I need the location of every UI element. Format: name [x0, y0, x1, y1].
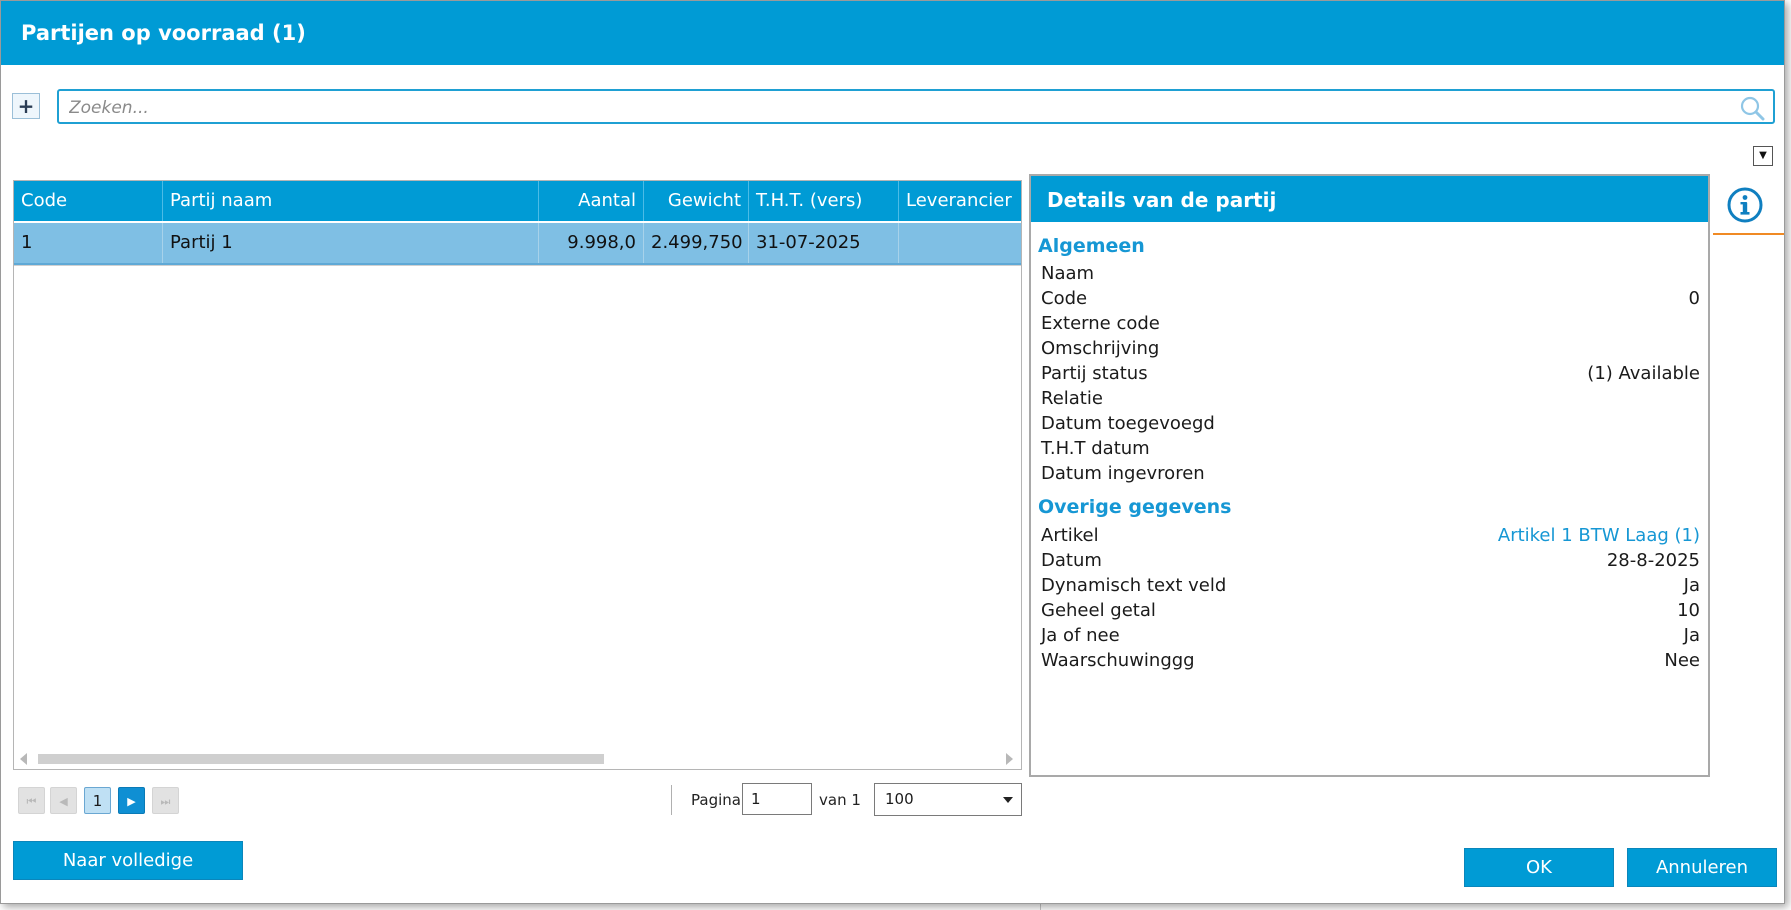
detail-row-geheel-getal: Geheel getal 10	[1041, 600, 1700, 625]
section-title-overige-gegevens: Overige gegevens	[1038, 496, 1232, 518]
page-count-label: van 1	[819, 791, 861, 809]
last-page-icon[interactable]: ⏭	[152, 787, 179, 814]
detail-row-datum-ingevroren: Datum ingevroren	[1041, 463, 1700, 488]
next-page-icon[interactable]: ▶	[118, 787, 145, 814]
page-size-select[interactable]: 100	[874, 783, 1022, 816]
detail-row-omschrijving: Omschrijving	[1041, 338, 1700, 363]
search-input[interactable]	[67, 95, 1721, 121]
cell-aantal: 9.998,0	[539, 223, 644, 263]
table-row[interactable]: 1 Partij 1 9.998,0 2.499,750 31-07-2025	[14, 223, 1021, 265]
detail-value: 10	[1677, 600, 1700, 621]
cancel-button[interactable]: Annuleren	[1627, 848, 1777, 887]
section-title-algemeen: Algemeen	[1038, 235, 1145, 257]
chevron-down-icon[interactable]: ▼	[1753, 146, 1773, 166]
detail-label: Geheel getal	[1041, 600, 1156, 621]
full-selection-button[interactable]: Naar volledige partijselectie	[13, 841, 243, 903]
cell-gewicht: 2.499,750	[644, 223, 749, 263]
ok-button[interactable]: OK	[1464, 848, 1614, 887]
detail-value: Ja	[1683, 625, 1700, 646]
column-header-leverancier[interactable]: Leverancier	[899, 181, 1021, 221]
partijen-dialog: Partijen op voorraad (1) + ▼ Code Partij…	[0, 0, 1785, 904]
scroll-left-icon[interactable]	[20, 753, 27, 765]
chevron-down-icon	[1003, 797, 1013, 803]
pager-divider	[671, 785, 672, 815]
detail-label: Code	[1041, 288, 1088, 309]
detail-row-datum-toegevoegd: Datum toegevoegd	[1041, 413, 1700, 438]
detail-label: Naam	[1041, 263, 1095, 284]
detail-label: Externe code	[1041, 313, 1160, 334]
details-header: Details van de partij	[1031, 176, 1708, 222]
dialog-titlebar: Partijen op voorraad (1)	[1, 1, 1784, 65]
row-divider	[14, 265, 1021, 266]
detail-row-tht-datum: T.H.T datum	[1041, 438, 1700, 463]
scrollbar-thumb[interactable]	[38, 754, 604, 764]
first-page-icon[interactable]: ⏮	[18, 787, 45, 814]
details-title: Details van de partij	[1047, 188, 1277, 212]
detail-value: Ja	[1683, 575, 1700, 596]
prev-page-icon[interactable]: ◀	[50, 787, 77, 814]
detail-label: Partij status	[1041, 363, 1148, 384]
partijen-grid: Code Partij naam Aantal Gewicht T.H.T. (…	[13, 180, 1022, 770]
detail-label: T.H.T datum	[1041, 438, 1150, 459]
grid-header: Code Partij naam Aantal Gewicht T.H.T. (…	[14, 181, 1021, 221]
detail-label: Datum	[1041, 550, 1102, 571]
details-panel: Details van de partij Algemeen Naam Code…	[1029, 174, 1710, 777]
detail-row-datum: Datum 28-8-2025	[1041, 550, 1700, 575]
detail-value: (1) Available	[1587, 363, 1700, 384]
detail-label: Dynamisch text veld	[1041, 575, 1227, 596]
detail-row-externe-code: Externe code	[1041, 313, 1700, 338]
detail-label: Relatie	[1041, 388, 1103, 409]
info-icon[interactable]	[1726, 186, 1764, 224]
cell-leverancier	[899, 223, 1021, 263]
detail-row-artikel: Artikel Artikel 1 BTW Laag (1)	[1041, 525, 1700, 550]
detail-label: Datum toegevoegd	[1041, 413, 1215, 434]
detail-label: Datum ingevroren	[1041, 463, 1205, 484]
artikel-link[interactable]: Artikel 1 BTW Laag (1)	[1498, 525, 1700, 546]
page-size-value: 100	[885, 790, 914, 808]
search-icon[interactable]	[1739, 95, 1765, 121]
detail-value: Nee	[1664, 650, 1700, 671]
search-box[interactable]	[57, 89, 1775, 124]
detail-row-dynamisch-text-veld: Dynamisch text veld Ja	[1041, 575, 1700, 600]
detail-label: Artikel	[1041, 525, 1099, 546]
horizontal-scrollbar[interactable]	[14, 749, 1021, 769]
page-label: Pagina	[691, 791, 741, 809]
current-page-button[interactable]: 1	[84, 787, 111, 814]
cell-tht: 31-07-2025	[749, 223, 899, 263]
detail-value: 0	[1688, 288, 1700, 309]
detail-row-code: Code 0	[1041, 288, 1700, 313]
detail-row-naam: Naam	[1041, 263, 1700, 288]
detail-label: Ja of nee	[1041, 625, 1120, 646]
detail-label: Waarschuwinggg	[1041, 650, 1195, 671]
add-button[interactable]: +	[12, 93, 40, 119]
detail-row-waarschuwinggg: Waarschuwinggg Nee	[1041, 650, 1700, 675]
cell-partij-naam: Partij 1	[163, 223, 539, 263]
column-header-code[interactable]: Code	[14, 181, 163, 221]
column-header-aantal[interactable]: Aantal	[539, 181, 644, 221]
page-number-input[interactable]: 1	[742, 783, 812, 815]
detail-row-ja-of-nee: Ja of nee Ja	[1041, 625, 1700, 650]
cell-code: 1	[14, 223, 163, 263]
detail-row-relatie: Relatie	[1041, 388, 1700, 413]
column-header-partij-naam[interactable]: Partij naam	[163, 181, 539, 221]
detail-value: 28-8-2025	[1606, 550, 1700, 571]
detail-row-partij-status: Partij status (1) Available	[1041, 363, 1700, 388]
scroll-right-icon[interactable]	[1006, 753, 1013, 765]
column-header-gewicht[interactable]: Gewicht	[644, 181, 749, 221]
column-header-tht[interactable]: T.H.T. (vers)	[749, 181, 899, 221]
detail-label: Omschrijving	[1041, 338, 1160, 359]
dialog-title: Partijen op voorraad (1)	[21, 21, 306, 45]
tab-indicator	[1713, 233, 1784, 235]
